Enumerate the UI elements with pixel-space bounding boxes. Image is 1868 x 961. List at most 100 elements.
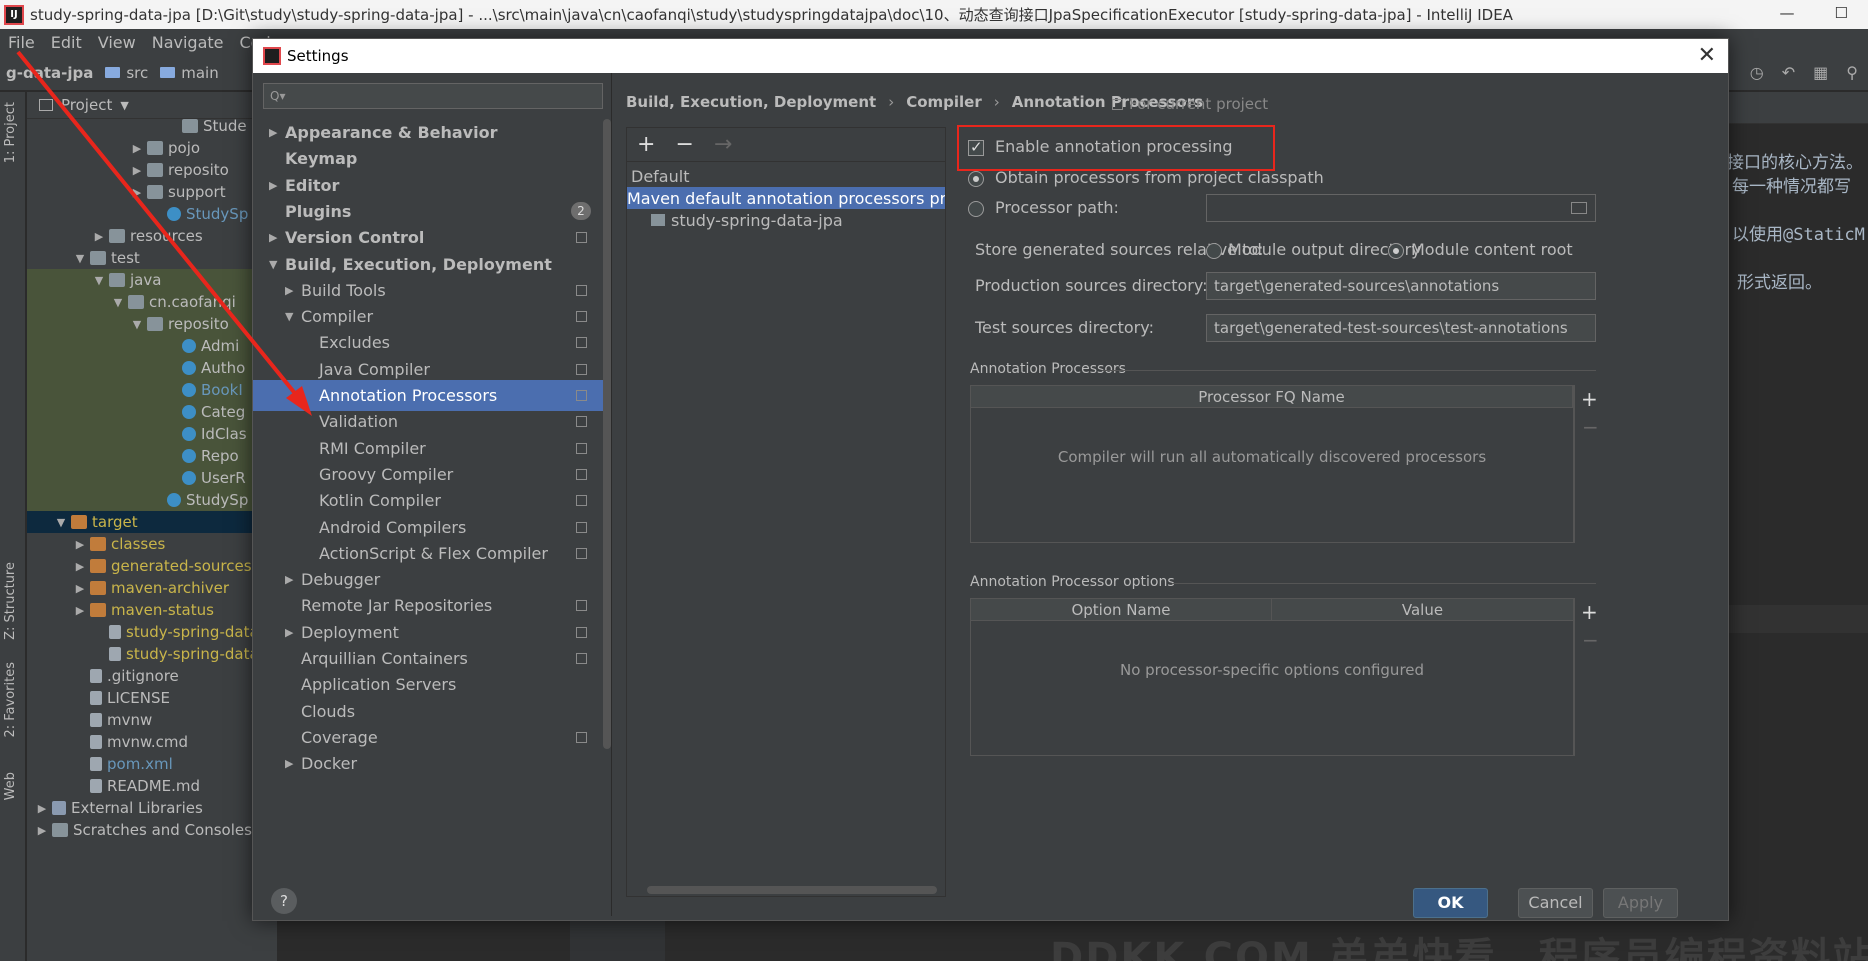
project-tree-item[interactable]: ▶ maven-status <box>27 599 277 621</box>
project-tree-item[interactable]: study-spring-data <box>27 643 277 665</box>
chevron-down-icon[interactable]: ▼ <box>73 252 87 265</box>
tool-tab-structure[interactable]: Z: Structure <box>3 562 18 640</box>
nav-crumb-project[interactable]: g-data-jpa <box>0 64 99 82</box>
chevron-right-icon[interactable]: ▶ <box>285 757 293 770</box>
chevron-down-icon[interactable]: ▼ <box>120 99 128 112</box>
chevron-right-icon[interactable]: ▶ <box>73 560 87 573</box>
project-tree-item[interactable]: ▶ Scratches and Consoles <box>27 819 277 841</box>
project-tree-item[interactable]: ▼ cn.caofanqi <box>27 291 277 313</box>
project-tree-item[interactable]: pom.xml <box>27 753 277 775</box>
settings-search-input[interactable]: Q▾ <box>263 83 603 109</box>
chevron-right-icon[interactable]: ▶ <box>269 179 277 192</box>
chevron-right-icon[interactable]: ▶ <box>73 582 87 595</box>
menu-edit[interactable]: Edit <box>43 33 90 52</box>
project-tree-item[interactable]: Categ <box>27 401 277 423</box>
breadcrumb-item[interactable]: Build, Execution, Deployment <box>626 93 876 111</box>
project-tree-item[interactable]: Autho <box>27 357 277 379</box>
settings-nav-docker[interactable]: ▶ Docker <box>253 748 611 779</box>
obtain-from-classpath-radio[interactable] <box>968 171 984 187</box>
project-tree-item[interactable]: ▶ support <box>27 181 277 203</box>
menu-file[interactable]: File <box>0 33 43 52</box>
project-tree-item[interactable]: UserR <box>27 467 277 489</box>
menu-view[interactable]: View <box>90 33 144 52</box>
search-icon[interactable]: ⚲ <box>1846 63 1858 82</box>
chevron-right-icon[interactable]: ▶ <box>130 142 144 155</box>
option-name-column[interactable]: Option Name <box>971 599 1272 621</box>
project-tree-item[interactable]: Stude <box>27 119 277 137</box>
chevron-right-icon[interactable]: ▶ <box>35 824 49 837</box>
minimize-icon[interactable]: — <box>1780 4 1795 22</box>
remove-profile-button[interactable]: − <box>675 132 693 157</box>
breadcrumb-item[interactable]: Compiler <box>906 93 982 111</box>
chevron-right-icon[interactable]: ▶ <box>35 802 49 815</box>
enable-annotation-processing-checkbox[interactable] <box>968 138 984 156</box>
chevron-right-icon[interactable]: ▶ <box>130 186 144 199</box>
chevron-right-icon[interactable]: ▶ <box>73 604 87 617</box>
chevron-down-icon[interactable]: ▼ <box>285 310 293 323</box>
chevron-right-icon[interactable]: ▶ <box>269 126 277 139</box>
chevron-right-icon[interactable]: ▶ <box>285 573 293 586</box>
project-tree-item[interactable]: README.md <box>27 775 277 797</box>
test-sources-input[interactable]: target\generated-test-sources\test-annot… <box>1206 314 1596 342</box>
profile-item[interactable]: Maven default annotation processors prof… <box>627 187 945 209</box>
apply-button[interactable]: Apply <box>1603 888 1678 918</box>
move-profile-button[interactable]: → <box>714 132 732 157</box>
close-icon[interactable]: ✕ <box>1698 43 1716 68</box>
project-tree-item[interactable]: LICENSE <box>27 687 277 709</box>
chevron-down-icon[interactable]: ▼ <box>269 258 277 271</box>
profile-item[interactable]: study-spring-data-jpa <box>627 209 945 231</box>
project-tree-item[interactable]: ▼ target <box>27 511 277 533</box>
project-structure-icon[interactable]: ▦ <box>1813 63 1828 82</box>
tool-tab-project[interactable]: 1: Project <box>3 102 18 163</box>
chevron-down-icon[interactable]: ▼ <box>130 318 144 331</box>
project-tree-item[interactable]: ▶ External Libraries <box>27 797 277 819</box>
processors-table[interactable]: Processor FQ Name Compiler will run all … <box>970 385 1574 543</box>
project-tree-item[interactable]: ▼ java <box>27 269 277 291</box>
project-tree-item[interactable]: IdClas <box>27 423 277 445</box>
chevron-right-icon[interactable]: ▶ <box>285 626 293 639</box>
project-panel-title[interactable]: Project <box>61 96 112 114</box>
project-tree-item[interactable]: StudySp <box>27 489 277 511</box>
project-tree-item[interactable]: ▶ reposito <box>27 159 277 181</box>
add-profile-button[interactable]: + <box>637 132 655 157</box>
project-tree-item[interactable]: ▶ resources <box>27 225 277 247</box>
project-tree-item[interactable]: mvnw.cmd <box>27 731 277 753</box>
cancel-button[interactable]: Cancel <box>1518 888 1593 918</box>
ok-button[interactable]: OK <box>1413 888 1488 918</box>
nav-crumb-main[interactable]: main <box>154 64 224 82</box>
project-tree-item[interactable]: StudySp <box>27 203 277 225</box>
maximize-icon[interactable]: ☐ <box>1835 4 1848 22</box>
history-icon[interactable]: ◷ <box>1750 63 1764 82</box>
chevron-right-icon[interactable]: ▶ <box>73 538 87 551</box>
chevron-down-icon[interactable]: ▼ <box>54 516 68 529</box>
module-output-directory-radio[interactable] <box>1206 243 1222 259</box>
browse-folder-icon[interactable] <box>1571 202 1587 214</box>
project-tree-item[interactable]: study-spring-data <box>27 621 277 643</box>
project-tree-item[interactable]: Admi <box>27 335 277 357</box>
production-sources-input[interactable]: target\generated-sources\annotations <box>1206 272 1596 300</box>
chevron-right-icon[interactable]: ▶ <box>285 284 293 297</box>
remove-processor-button[interactable]: − <box>1582 415 1599 439</box>
menu-navigate[interactable]: Navigate <box>144 33 232 52</box>
nav-crumb-src[interactable]: src <box>99 64 154 82</box>
add-processor-button[interactable]: + <box>1581 387 1598 411</box>
add-option-button[interactable]: + <box>1581 600 1598 624</box>
project-tree-item[interactable]: Repo <box>27 445 277 467</box>
chevron-down-icon[interactable]: ▼ <box>111 296 125 309</box>
processor-path-input[interactable] <box>1206 194 1596 222</box>
chevron-right-icon[interactable]: ▶ <box>130 164 144 177</box>
help-button[interactable]: ? <box>271 888 297 914</box>
revert-icon[interactable]: ↶ <box>1782 63 1795 82</box>
project-tree-item[interactable]: ▼ test <box>27 247 277 269</box>
processor-path-radio[interactable] <box>968 201 984 217</box>
project-tree-item[interactable]: ▶ pojo <box>27 137 277 159</box>
module-content-root-radio[interactable] <box>1388 243 1404 259</box>
project-tree-item[interactable]: ▼ reposito <box>27 313 277 335</box>
profile-item[interactable]: Default <box>627 165 945 187</box>
project-tree-item[interactable]: ▶ classes <box>27 533 277 555</box>
chevron-down-icon[interactable]: ▼ <box>92 274 106 287</box>
processor-options-table[interactable]: Option Name Value No processor-specific … <box>970 598 1574 756</box>
chevron-right-icon[interactable]: ▶ <box>92 230 106 243</box>
chevron-right-icon[interactable]: ▶ <box>269 231 277 244</box>
remove-option-button[interactable]: − <box>1582 628 1599 652</box>
